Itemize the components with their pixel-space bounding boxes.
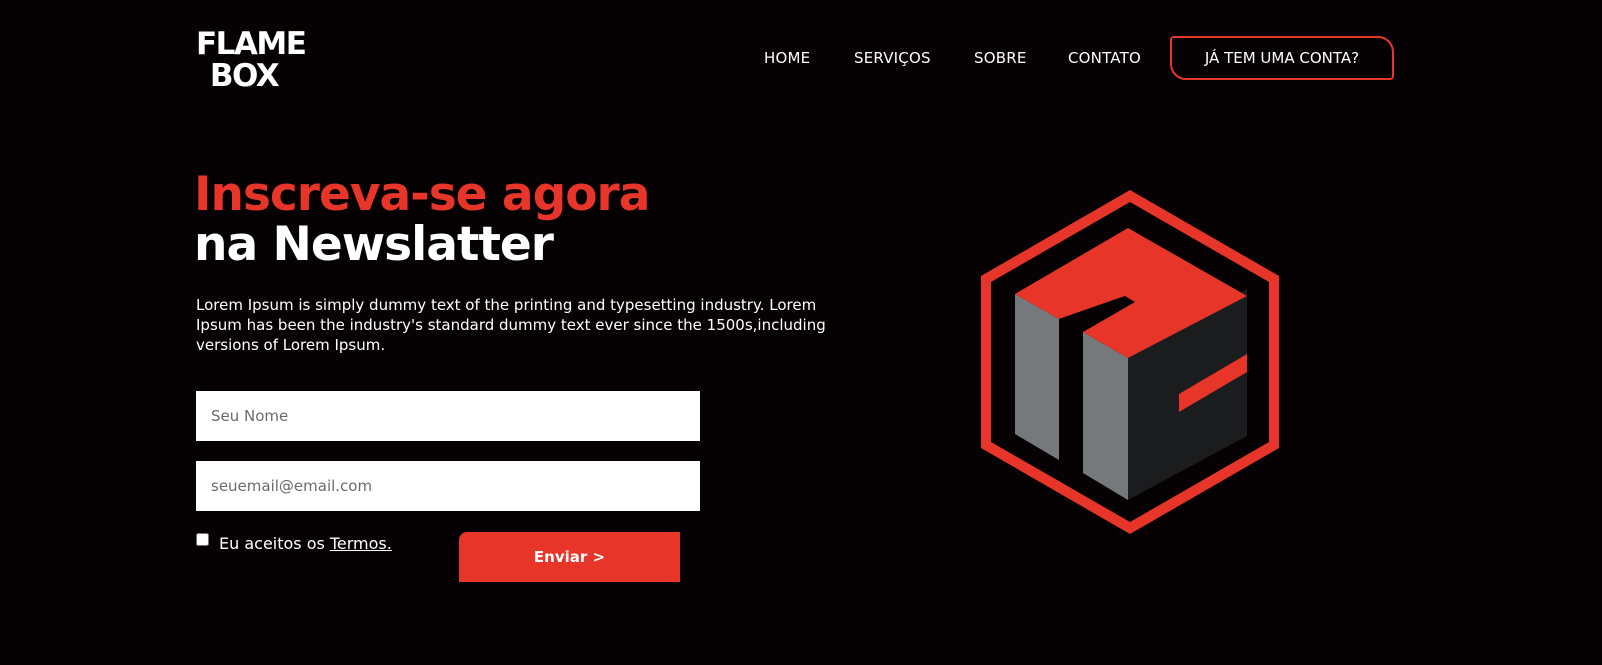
terms-row: Eu aceitos os Termos. bbox=[196, 533, 392, 553]
hexagon-cube-logo-icon bbox=[981, 190, 1279, 534]
hero-description: Lorem Ipsum is simply dummy text of the … bbox=[196, 296, 826, 354]
submit-button[interactable]: Enviar > bbox=[459, 532, 680, 582]
nav-item-contato[interactable]: CONTATO bbox=[1068, 49, 1141, 67]
page-headline: Inscreva-se agora na Newslatter bbox=[194, 167, 650, 272]
account-login-button[interactable]: JÁ TEM UMA CONTA? bbox=[1170, 36, 1394, 80]
brand-logo[interactable]: FLAME BOX bbox=[196, 26, 307, 94]
nav-item-servicos[interactable]: SERVIÇOS bbox=[854, 49, 931, 67]
terms-label: Eu aceitos os bbox=[219, 534, 325, 553]
nav-item-home[interactable]: HOME bbox=[764, 49, 810, 67]
nav-item-sobre[interactable]: SOBRE bbox=[974, 49, 1027, 67]
terms-checkbox[interactable] bbox=[196, 533, 209, 546]
email-input[interactable] bbox=[196, 461, 700, 511]
brand-logo-line1: FLAME bbox=[196, 26, 307, 62]
brand-logo-line2: BOX bbox=[209, 58, 280, 94]
name-input[interactable] bbox=[196, 391, 700, 441]
headline-main: na Newslatter bbox=[194, 217, 554, 272]
headline-accent: Inscreva-se agora bbox=[194, 167, 650, 222]
terms-link[interactable]: Termos. bbox=[330, 534, 392, 553]
